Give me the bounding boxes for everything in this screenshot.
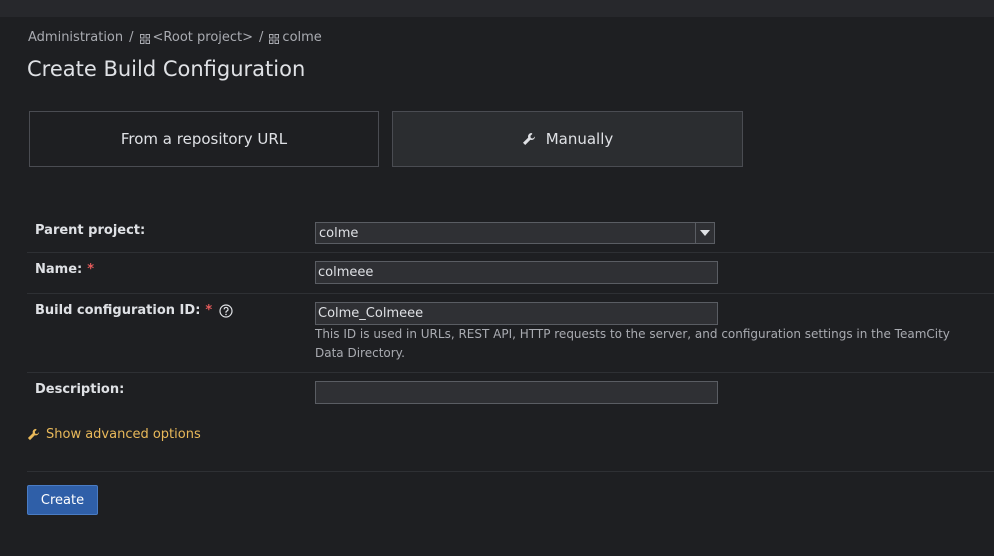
name-label: Name: * (35, 262, 95, 277)
wrench-icon (27, 428, 40, 441)
divider (27, 471, 994, 472)
name-input[interactable] (315, 261, 718, 284)
page-title: Create Build Configuration (27, 57, 306, 81)
breadcrumb-administration[interactable]: Administration (28, 30, 123, 45)
required-mark: * (87, 262, 95, 277)
build-configuration-id-input[interactable] (315, 302, 718, 325)
from-repository-url-button[interactable]: From a repository URL (29, 111, 379, 167)
required-mark: * (205, 303, 213, 318)
project-icon (269, 33, 280, 44)
top-bar (0, 0, 994, 17)
manually-label: Manually (545, 130, 614, 148)
show-advanced-options-link[interactable]: Show advanced options (27, 427, 201, 442)
breadcrumb-separator: / (259, 30, 264, 45)
manually-button[interactable]: Manually (392, 111, 743, 167)
parent-project-value: colme (319, 226, 359, 241)
breadcrumb-colme[interactable]: colme (282, 30, 321, 45)
parent-project-select[interactable]: colme (315, 222, 715, 244)
from-repository-url-label: From a repository URL (120, 130, 288, 148)
create-button[interactable]: Create (27, 485, 98, 515)
help-icon[interactable] (219, 303, 233, 318)
breadcrumb: Administration / <Root project> / colme (28, 30, 322, 45)
wrench-icon (522, 132, 536, 146)
chevron-down-icon[interactable] (695, 223, 714, 243)
parent-project-label: Parent project: (35, 223, 146, 238)
show-advanced-options-label: Show advanced options (46, 427, 201, 442)
build-id-hint: This ID is used in URLs, REST API, HTTP … (315, 327, 950, 360)
build-id-label: Build configuration ID: * (35, 303, 233, 318)
description-label: Description: (35, 382, 125, 397)
breadcrumb-separator: / (129, 30, 134, 45)
breadcrumb-root-project[interactable]: <Root project> (153, 30, 254, 45)
project-icon (139, 33, 150, 44)
description-input[interactable] (315, 381, 718, 404)
